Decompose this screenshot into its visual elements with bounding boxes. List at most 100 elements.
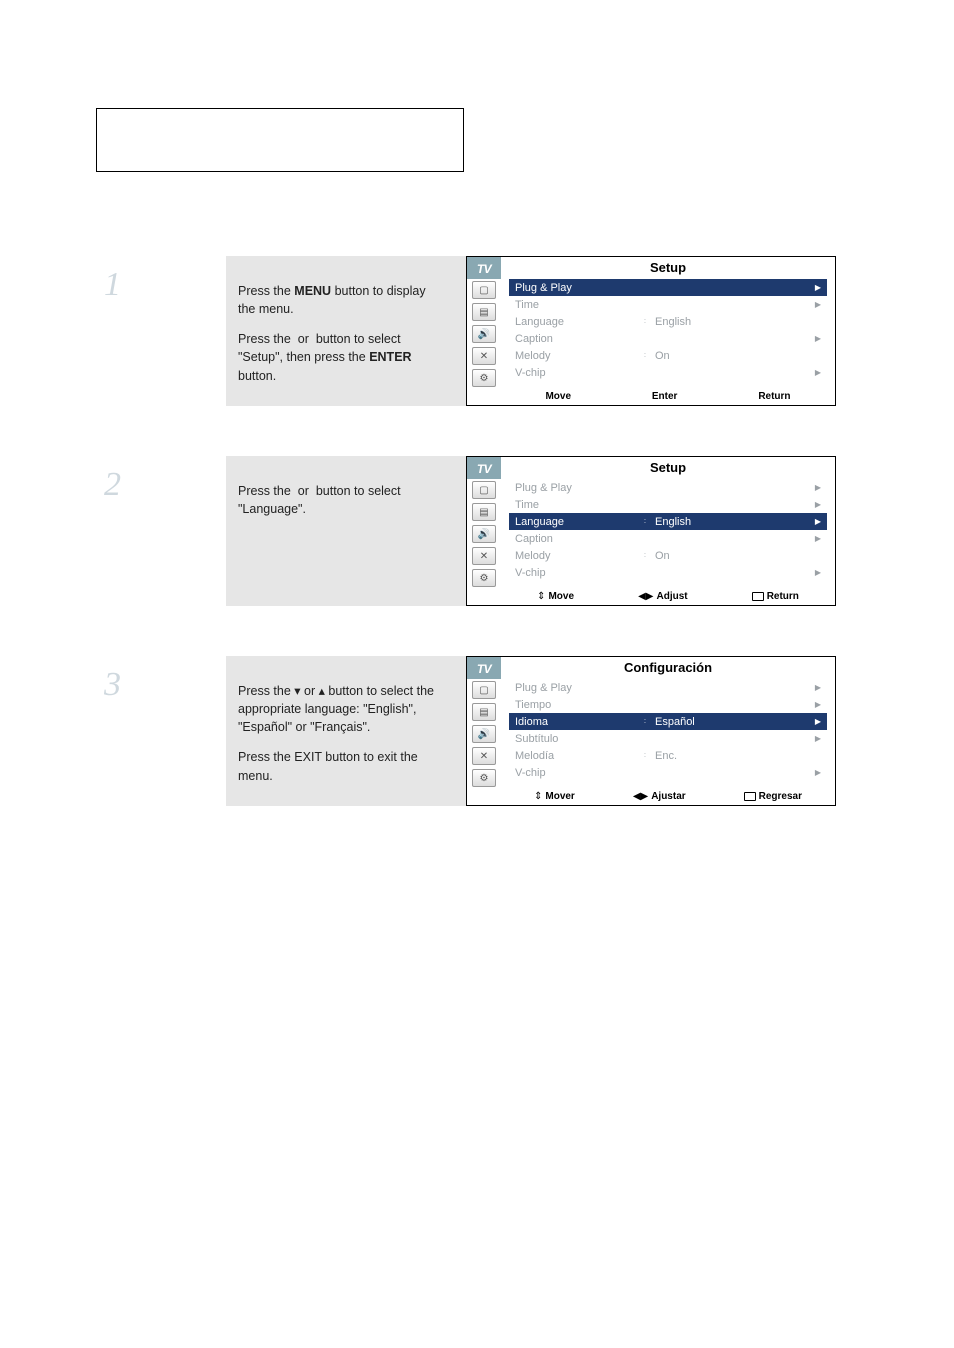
row-label: Melodía <box>515 750 635 762</box>
osd-footer: Move Enter Return <box>501 387 835 405</box>
osd-row: V-chip ▶ <box>509 364 827 381</box>
step-panel-1: 1 Press the MENU button to display the m… <box>226 256 836 406</box>
row-sep: : <box>635 552 655 559</box>
text: button. <box>238 369 276 383</box>
step-number: 3 <box>104 666 121 704</box>
picture-icon: ▤ <box>467 701 501 723</box>
setup-icon: ⚙ <box>467 567 501 589</box>
step-number: 2 <box>104 466 121 504</box>
row-label: V-chip <box>515 367 635 379</box>
footer-label: Move <box>548 591 574 602</box>
osd-row: Language:English <box>509 313 827 330</box>
osd-main: SetupPlug & Play▶Time▶Language:EnglishCa… <box>501 257 835 405</box>
osd-screenshot-3: TV▢▤🔊✕⚙ConfiguraciónPlug & Play▶Tiempo▶I… <box>466 656 836 806</box>
osd-sidebar: TV▢▤🔊✕⚙ <box>467 657 501 805</box>
chevron-right-icon: ▶ <box>807 500 821 509</box>
osd-row: Caption▶ <box>509 330 827 347</box>
osd-row: Plug & Play ▶ <box>509 479 827 496</box>
footer-item: Return <box>758 391 790 402</box>
osd-row: Time▶ <box>509 496 827 513</box>
tv-label: TV <box>467 257 501 279</box>
chevron-right-icon: ▶ <box>807 683 821 692</box>
footer-label: Mover <box>545 791 574 802</box>
picture-icon: ▤ <box>467 301 501 323</box>
footer-item: ◀▶Adjust <box>638 591 688 602</box>
osd-title: Setup <box>501 257 835 279</box>
row-label: Caption <box>515 333 635 345</box>
osd-row: Idioma:Español▶ <box>509 713 827 730</box>
row-value: Enc. <box>655 750 807 762</box>
chevron-right-icon: ▶ <box>807 734 821 743</box>
chevron-right-icon: ▶ <box>807 568 821 577</box>
chevron-right-icon: ▶ <box>807 700 821 709</box>
row-label: Caption <box>515 533 635 545</box>
osd-title: Configuración <box>501 657 835 679</box>
osd-sidebar: TV▢▤🔊✕⚙ <box>467 257 501 405</box>
sound-icon: 🔊 <box>467 523 501 545</box>
footer-item: Enter <box>652 391 678 402</box>
row-sep: : <box>635 752 655 759</box>
osd-main: ConfiguraciónPlug & Play▶Tiempo▶Idioma:E… <box>501 657 835 805</box>
osd-row: Plug & Play▶ <box>509 279 827 296</box>
sound-icon: 🔊 <box>467 323 501 345</box>
row-label: Language <box>515 516 635 528</box>
text: Press the <box>238 484 294 498</box>
footer-item: ⇕Mover <box>534 791 575 802</box>
osd-row: V-chip▶ <box>509 764 827 781</box>
picture-icon: ▤ <box>467 501 501 523</box>
text: Press the <box>238 684 294 698</box>
footer-label: Return <box>758 391 790 402</box>
osd-row: V-chip ▶ <box>509 564 827 581</box>
osd-row: Caption▶ <box>509 530 827 547</box>
row-label: Melody <box>515 550 635 562</box>
chevron-right-icon: ▶ <box>807 717 821 726</box>
footer-label: Return <box>767 591 799 602</box>
osd-sidebar: TV▢▤🔊✕⚙ <box>467 457 501 605</box>
row-label: Tiempo <box>515 699 635 711</box>
row-sep: : <box>635 518 655 525</box>
osd-row: Plug & Play ▶ <box>509 679 827 696</box>
footer-item: ⇕Move <box>537 591 574 602</box>
osd-row: Language:English▶ <box>509 513 827 530</box>
tv-label: TV <box>467 457 501 479</box>
text: Press the EXIT button to exit the menu. <box>238 748 438 784</box>
channel-icon: ✕ <box>467 345 501 367</box>
step-panel-3: 3 Press the ▾ or ▴ button to select the … <box>226 656 836 806</box>
footer-label: Enter <box>652 391 678 402</box>
row-label: V-chip <box>515 767 635 779</box>
footer-item: Move <box>545 391 571 402</box>
btn-label: ENTER <box>369 350 411 364</box>
row-label: V-chip <box>515 567 635 579</box>
row-label: Plug & Play <box>515 482 635 494</box>
osd-title: Setup <box>501 457 835 479</box>
input-icon: ▢ <box>467 679 501 701</box>
text: or <box>294 484 312 498</box>
row-value: On <box>655 550 807 562</box>
row-sep: : <box>635 318 655 325</box>
step-panel-2: 2 Press the or button to select "Languag… <box>226 456 836 606</box>
footer-item: Regresar <box>744 791 802 802</box>
row-value: Español <box>655 716 807 728</box>
row-value: On <box>655 350 807 362</box>
input-icon: ▢ <box>467 279 501 301</box>
chevron-right-icon: ▶ <box>807 517 821 526</box>
osd-row: Time▶ <box>509 296 827 313</box>
chevron-right-icon: ▶ <box>807 368 821 377</box>
osd-screenshot-1: TV▢▤🔊✕⚙SetupPlug & Play▶Time▶Language:En… <box>466 256 836 406</box>
osd-row: Melodía:Enc. <box>509 747 827 764</box>
osd-footer: ⇕Mover◀▶AjustarRegresar <box>501 787 835 805</box>
chevron-right-icon: ▶ <box>807 483 821 492</box>
channel-icon: ✕ <box>467 745 501 767</box>
sound-icon: 🔊 <box>467 723 501 745</box>
text: Press the <box>238 332 294 346</box>
setup-icon: ⚙ <box>467 767 501 789</box>
row-value: English <box>655 316 807 328</box>
tv-label: TV <box>467 657 501 679</box>
text: or <box>294 332 312 346</box>
instruction-text: Press the MENU button to display the men… <box>238 282 438 397</box>
btn-label: MENU <box>294 284 331 298</box>
osd-list: Plug & Play▶Time▶Language:EnglishCaption… <box>501 279 835 381</box>
row-label: Plug & Play <box>515 682 635 694</box>
row-label: Language <box>515 316 635 328</box>
input-icon: ▢ <box>467 479 501 501</box>
